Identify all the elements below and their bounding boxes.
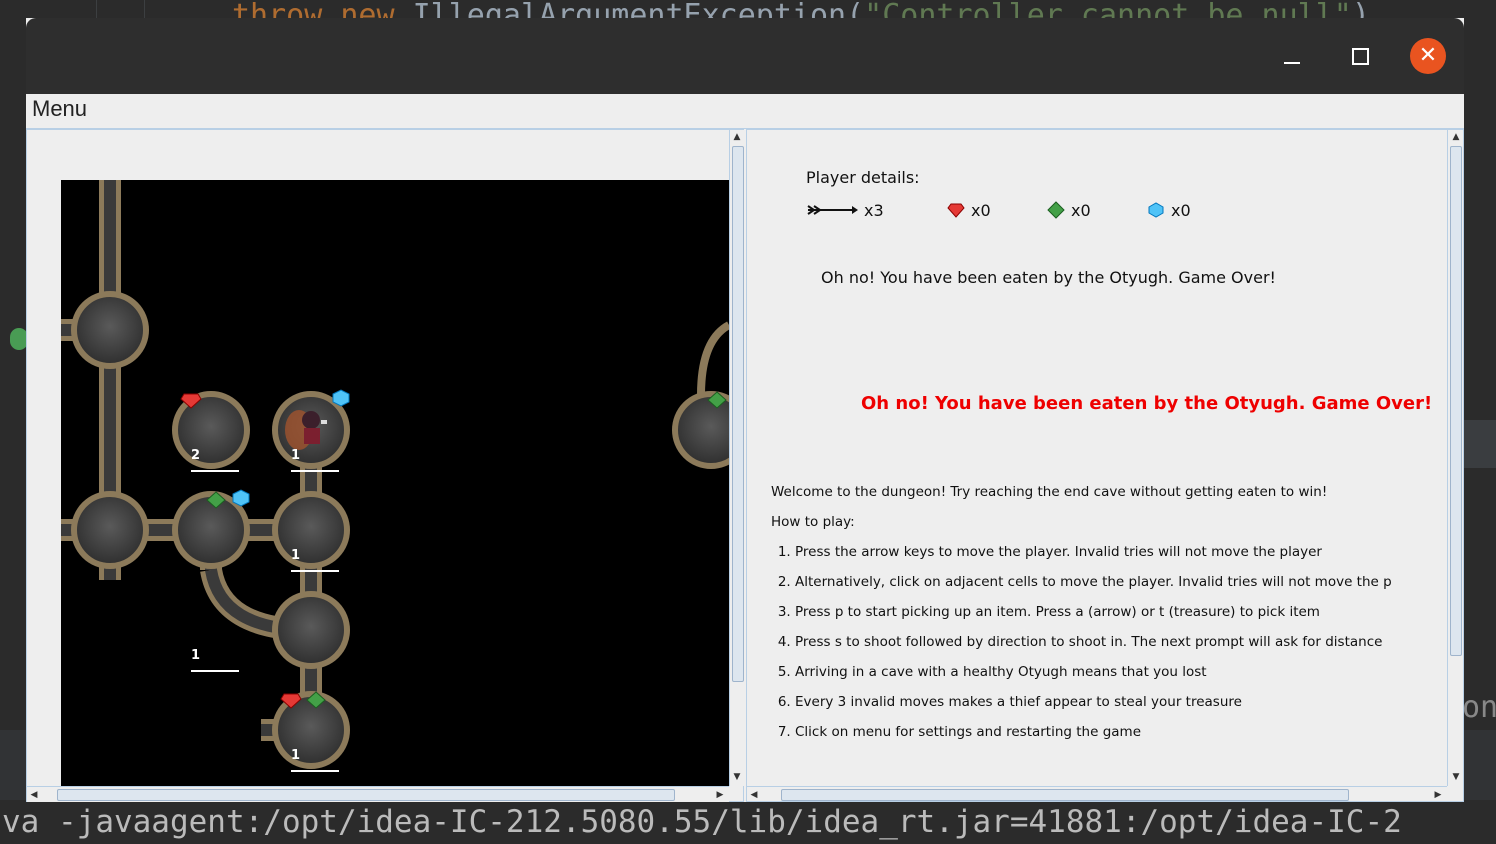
cave[interactable] bbox=[272, 591, 350, 669]
scroll-up-icon[interactable]: ▲ bbox=[730, 130, 744, 144]
emerald-icon bbox=[1047, 201, 1065, 219]
instruction-step: Every 3 invalid moves makes a thief appe… bbox=[795, 692, 1392, 722]
scroll-up-icon[interactable]: ▲ bbox=[1449, 130, 1463, 144]
ide-right-text: on bbox=[1462, 690, 1496, 725]
scroll-down-icon[interactable]: ▼ bbox=[1449, 770, 1463, 784]
instructions: Welcome to the dungeon! Try reaching the… bbox=[771, 482, 1392, 752]
cave[interactable] bbox=[272, 491, 350, 569]
ide-gutter-line bbox=[96, 0, 97, 20]
instruction-step: Press s to shoot followed by direction t… bbox=[795, 632, 1392, 662]
inventory-arrows: x3 bbox=[806, 198, 884, 222]
arrow-count-label: 1 bbox=[191, 648, 200, 663]
inventory-diamond: x0 bbox=[1147, 198, 1191, 222]
arrow-count-label: 1 bbox=[291, 548, 300, 563]
emerald-count: x0 bbox=[1071, 200, 1091, 220]
player-details-title: Player details: bbox=[806, 168, 920, 187]
arrow-icon bbox=[807, 205, 858, 215]
welcome-text: Welcome to the dungeon! Try reaching the… bbox=[771, 484, 1328, 500]
ruby-icon bbox=[947, 203, 965, 218]
menu-item[interactable]: Menu bbox=[32, 96, 87, 122]
cave[interactable] bbox=[172, 491, 250, 569]
diamond-count: x0 bbox=[1171, 200, 1191, 220]
scroll-thumb[interactable] bbox=[732, 146, 744, 682]
cave[interactable] bbox=[71, 491, 149, 569]
instruction-step: Press the arrow keys to move the player.… bbox=[795, 542, 1392, 572]
diamond-icon bbox=[1148, 202, 1164, 218]
diamond-icon bbox=[332, 389, 350, 407]
ide-gutter-line bbox=[144, 0, 145, 20]
maximize-icon bbox=[1352, 48, 1369, 65]
dungeon-map-graphics: 2 1 1 1 1 bbox=[61, 180, 729, 772]
close-icon: ✕ bbox=[1418, 43, 1438, 68]
info-pane: Player details: x3 x0 x0 x0 Oh no! You h… bbox=[746, 129, 1464, 802]
minimize-button[interactable] bbox=[1274, 38, 1310, 74]
inventory-emerald: x0 bbox=[1047, 198, 1091, 222]
instruction-step: Press p to start picking up an item. Pre… bbox=[795, 602, 1392, 632]
close-button[interactable]: ✕ bbox=[1410, 38, 1446, 74]
instruction-step: Click on menu for settings and restartin… bbox=[795, 722, 1392, 752]
scroll-thumb[interactable] bbox=[1450, 146, 1462, 656]
info-horizontal-scrollbar[interactable]: ◀ ▶ bbox=[747, 786, 1447, 801]
scroll-down-icon[interactable]: ▼ bbox=[730, 770, 744, 784]
scroll-left-icon[interactable]: ◀ bbox=[27, 788, 41, 802]
minimize-icon bbox=[1284, 62, 1300, 64]
scroll-right-icon[interactable]: ▶ bbox=[1431, 788, 1445, 801]
title-bar: ✕ bbox=[26, 18, 1464, 94]
instruction-step: Arriving in a cave with a healthy Otyugh… bbox=[795, 662, 1392, 692]
ruby-count: x0 bbox=[971, 200, 991, 220]
arrow-count-label: 1 bbox=[291, 748, 300, 763]
dungeon-view-pane: 2 1 1 1 1 ▲ ▼ ◀ ▶ bbox=[26, 129, 744, 802]
arrow-count-label: 1 bbox=[291, 448, 300, 463]
diamond-icon bbox=[232, 489, 250, 507]
scroll-thumb[interactable] bbox=[57, 789, 675, 801]
map-horizontal-scrollbar[interactable]: ◀ ▶ bbox=[27, 786, 729, 802]
scroll-right-icon[interactable]: ▶ bbox=[713, 788, 727, 802]
caves bbox=[71, 291, 729, 769]
ide-console-output: va -javaagent:/opt/idea-IC-212.5080.55/l… bbox=[0, 800, 1496, 844]
arrow-count-label: 2 bbox=[191, 448, 200, 463]
tunnel-edge bbox=[697, 321, 729, 396]
how-to-play-heading: How to play: bbox=[771, 514, 855, 530]
game-over-alert: Oh no! You have been eaten by the Otyugh… bbox=[861, 393, 1433, 414]
status-message: Oh no! You have been eaten by the Otyugh… bbox=[821, 268, 1276, 287]
cave[interactable] bbox=[71, 291, 149, 369]
cave[interactable] bbox=[172, 391, 250, 469]
instruction-steps: Press the arrow keys to move the player.… bbox=[771, 542, 1392, 752]
dungeon-map[interactable]: 2 1 1 1 1 bbox=[61, 180, 729, 786]
inventory-ruby: x0 bbox=[947, 198, 991, 222]
menu-bar: Menu bbox=[26, 94, 1464, 129]
info-vertical-scrollbar[interactable]: ▲ ▼ bbox=[1447, 130, 1463, 786]
scroll-thumb[interactable] bbox=[781, 789, 1349, 801]
scroll-left-icon[interactable]: ◀ bbox=[747, 788, 761, 801]
cave[interactable] bbox=[272, 691, 350, 769]
maximize-button[interactable] bbox=[1342, 38, 1378, 74]
instruction-step: Alternatively, click on adjacent cells t… bbox=[795, 572, 1392, 602]
game-window: ✕ Menu 2 1 1 1 1 ▲ ▼ ◀ ▶ Player details:… bbox=[26, 18, 1464, 802]
arrow-count: x3 bbox=[864, 200, 884, 220]
map-vertical-scrollbar[interactable]: ▲ ▼ bbox=[729, 130, 744, 786]
ide-editor-fragment bbox=[1464, 420, 1496, 468]
